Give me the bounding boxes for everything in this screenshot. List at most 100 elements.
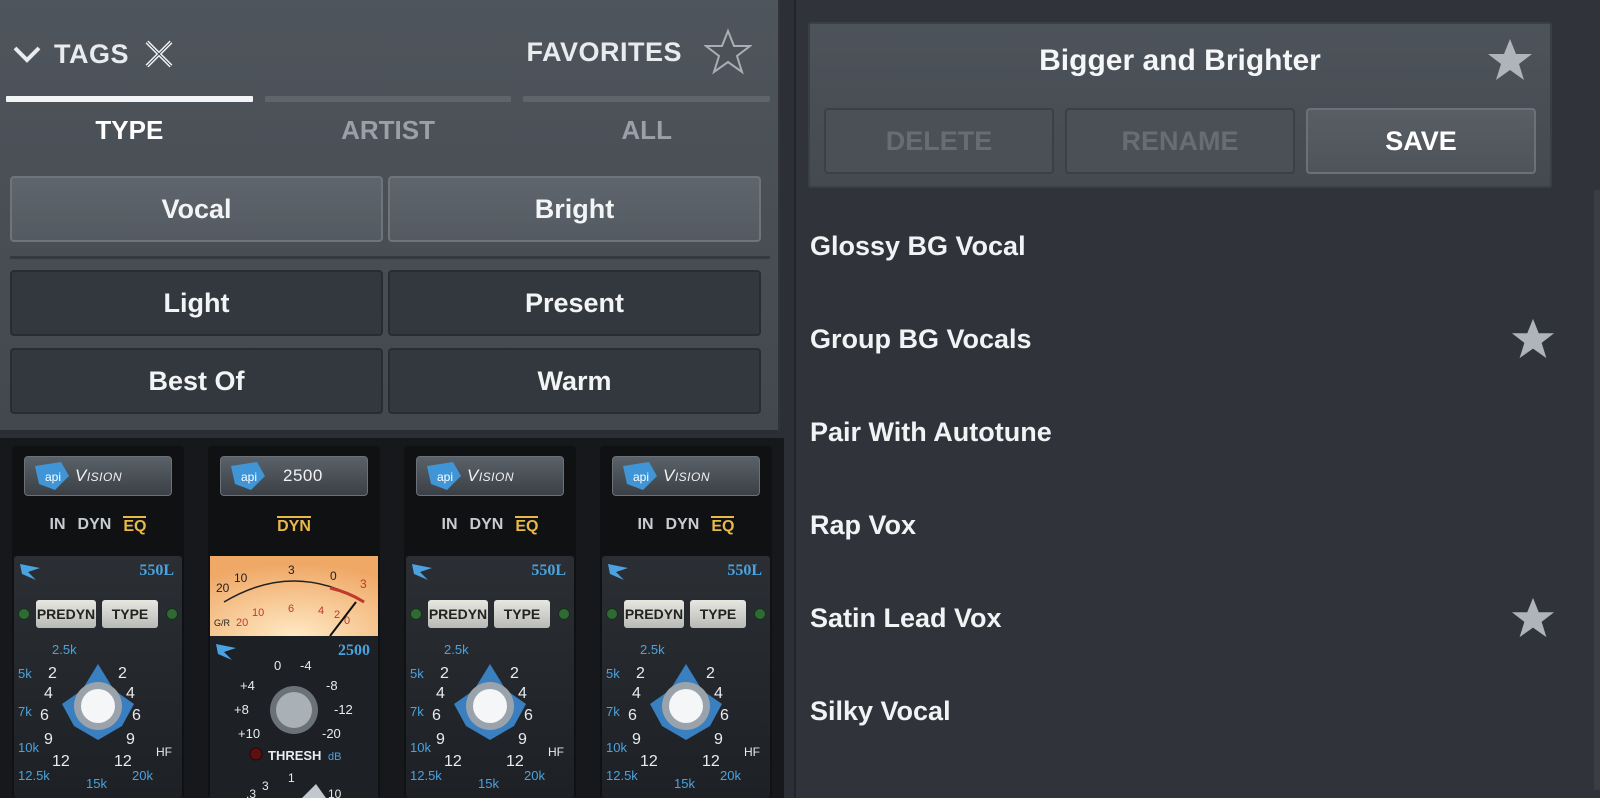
type-button[interactable]: TYPE (494, 600, 550, 628)
predyn-button[interactable]: PREDYN (36, 600, 96, 628)
svg-text:12.5k: 12.5k (410, 768, 442, 783)
svg-text:6: 6 (524, 707, 533, 724)
section-selector: DYN (208, 516, 380, 536)
delete-button[interactable]: DELETE (824, 108, 1054, 174)
select-in[interactable]: IN (442, 516, 458, 536)
svg-text:4: 4 (632, 685, 641, 702)
favorite-star-icon[interactable] (1510, 316, 1556, 362)
module-selector[interactable]: api Vision (416, 456, 564, 496)
tabs: TYPE ARTIST ALL (0, 112, 776, 148)
tag-present[interactable]: Present (388, 270, 761, 336)
tag-best-of[interactable]: Best Of (10, 348, 383, 414)
select-dyn[interactable]: DYN (666, 516, 700, 536)
predyn-button[interactable]: PREDYN (428, 600, 488, 628)
svg-text:3: 3 (262, 779, 269, 793)
svg-text:20k: 20k (524, 768, 545, 783)
preset-item[interactable]: Pair With Autotune (810, 386, 1570, 478)
svg-text:2: 2 (440, 665, 449, 682)
led-left (18, 608, 30, 620)
svg-text:9: 9 (436, 731, 445, 748)
preset-item[interactable]: Rap Vox (810, 479, 1570, 571)
svg-text:api: api (437, 470, 453, 484)
tab-artist[interactable]: ARTIST (259, 112, 518, 148)
select-eq[interactable]: EQ (123, 516, 147, 536)
type-button[interactable]: TYPE (102, 600, 158, 628)
preset-item[interactable]: Group BG Vocals (810, 293, 1570, 385)
svg-text:2: 2 (510, 665, 519, 682)
tag-light[interactable]: Light (10, 270, 383, 336)
svg-text:dB: dB (328, 751, 341, 763)
star-outline-icon[interactable] (704, 28, 752, 76)
module-selector[interactable]: api 2500 (220, 456, 368, 496)
svg-text:2: 2 (334, 609, 340, 621)
strip-body: api 2500 DYN 20 10 3 0 3 G/R 20 10 6 4 2… (208, 446, 380, 798)
section-selector: IN DYN EQ (404, 516, 576, 536)
preset-item[interactable]: Glossy BG Vocal (810, 200, 1570, 292)
hf-eq-knob[interactable]: 2.5k 5k 7k 10k 12.5k 15k 20k HF 2 2 4 4 … (602, 640, 770, 798)
module-selector[interactable]: api Vision (24, 456, 172, 496)
svg-text:6: 6 (40, 707, 49, 724)
svg-text:-8: -8 (326, 678, 338, 693)
type-button[interactable]: TYPE (690, 600, 746, 628)
svg-text:api: api (241, 470, 257, 484)
tags-panel: TAGS FAVORITES TYPE ARTIST ALL Vocal Bri… (0, 0, 780, 434)
svg-text:HF: HF (548, 745, 564, 759)
tag-vocal[interactable]: Vocal (10, 176, 383, 242)
select-eq[interactable]: EQ (515, 516, 539, 536)
preset-label: Group BG Vocals (810, 323, 1032, 354)
tab-bar-type (6, 96, 253, 102)
preset-list-scrollbar[interactable] (1594, 190, 1600, 790)
svg-text:0: 0 (330, 569, 337, 583)
chevron-down-icon[interactable] (12, 39, 42, 69)
select-in[interactable]: IN (638, 516, 654, 536)
svg-text:12: 12 (640, 753, 658, 770)
hf-eq-knob[interactable]: 2.5k 5k 7k 10k 12.5k 15k 20k HF 2 2 4 4 … (406, 640, 574, 798)
hf-eq-knob[interactable]: 2.5k 5k 7k 10k 12.5k 15k 20k HF 2 2 4 4 … (14, 640, 182, 798)
favorites-label: FAVORITES (526, 36, 682, 67)
svg-text:2.5k: 2.5k (640, 642, 665, 657)
tab-bar-all (523, 96, 771, 102)
svg-text:+4: +4 (240, 678, 255, 693)
svg-text:20: 20 (236, 617, 248, 629)
svg-text:api: api (633, 470, 649, 484)
preset-label: Glossy BG Vocal (810, 230, 1026, 261)
favorite-star-icon[interactable] (1510, 595, 1556, 641)
preset-item[interactable]: Satin Lead Vox (810, 572, 1570, 664)
svg-text:THRESH: THRESH (268, 748, 321, 763)
api-bird-icon (20, 564, 40, 580)
svg-text:10: 10 (328, 787, 342, 798)
svg-text:6: 6 (288, 603, 294, 615)
eq-550l-face: 550L PREDYN TYPE 2.5k 5k 7k 10k 12.5k 15… (14, 556, 182, 798)
svg-text:9: 9 (126, 731, 135, 748)
model-label: 550L (531, 562, 566, 579)
predyn-button[interactable]: PREDYN (624, 600, 684, 628)
preset-item[interactable]: Silky Vocal (810, 665, 1570, 757)
led-left (606, 608, 618, 620)
tab-all[interactable]: ALL (517, 112, 776, 148)
select-dyn[interactable]: DYN (470, 516, 504, 536)
strip-body: api Vision IN DYN EQ 550L PREDYN TYPE 2.… (404, 446, 576, 798)
clear-tags-icon[interactable] (141, 36, 177, 72)
tab-type[interactable]: TYPE (0, 112, 259, 148)
threshold-knob[interactable]: 0 -4 -8 -12 -20 +10 +8 +4 THRESH dB 1 3 … (210, 656, 378, 798)
svg-text:6: 6 (720, 707, 729, 724)
tag-bright[interactable]: Bright (388, 176, 761, 242)
favorite-star-icon[interactable] (1486, 36, 1534, 84)
tags-title: TAGS (54, 38, 129, 69)
api-logo-icon: api (35, 462, 69, 490)
svg-text:15k: 15k (86, 776, 107, 791)
api-logo-icon: api (427, 462, 461, 490)
strip-body: api Vision IN DYN EQ 550L PREDYN TYPE 2.… (600, 446, 772, 798)
module-selector[interactable]: api Vision (612, 456, 760, 496)
select-in[interactable]: IN (50, 516, 66, 536)
eq-550l-face: 550L PREDYN TYPE 2.5k 5k 7k 10k 12.5k 15… (406, 556, 574, 798)
select-dyn[interactable]: DYN (277, 516, 311, 536)
select-dyn[interactable]: DYN (78, 516, 112, 536)
rename-button[interactable]: RENAME (1065, 108, 1295, 174)
save-button[interactable]: SAVE (1306, 108, 1536, 174)
favorites-filter[interactable]: FAVORITES (526, 26, 752, 78)
svg-text:12: 12 (702, 753, 720, 770)
tag-warm[interactable]: Warm (388, 348, 761, 414)
select-eq[interactable]: EQ (711, 516, 735, 536)
svg-text:7k: 7k (606, 704, 620, 719)
